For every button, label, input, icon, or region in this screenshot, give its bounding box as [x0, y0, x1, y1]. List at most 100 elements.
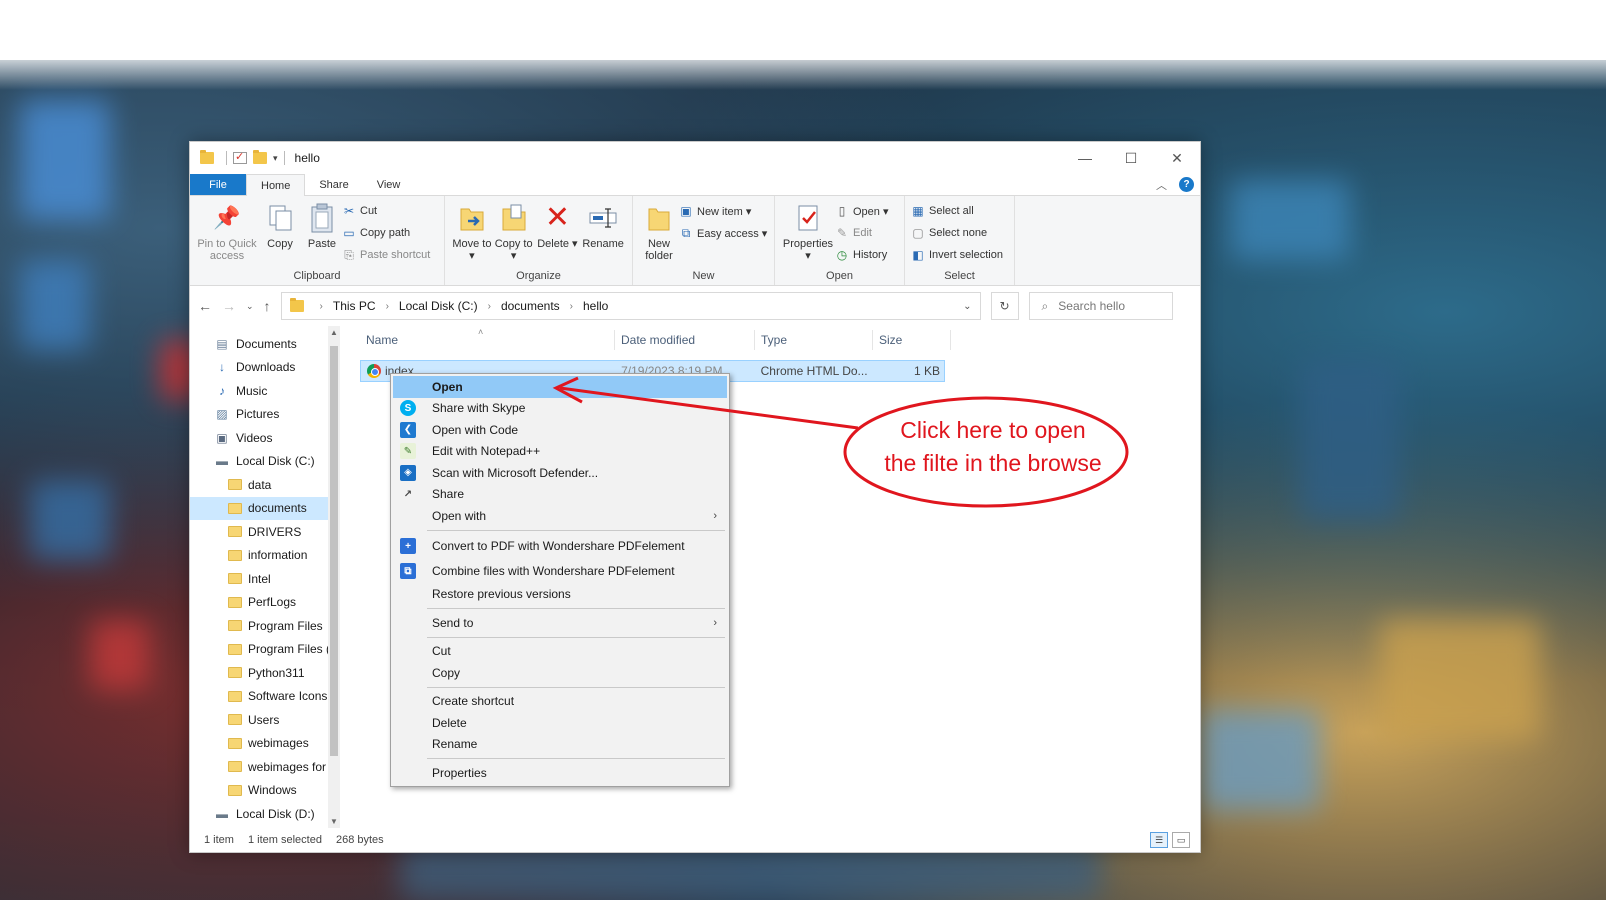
select-none-button[interactable]: ▢ Select none: [911, 224, 1003, 242]
menu-separator: [427, 529, 725, 531]
edit-button[interactable]: ✎ Edit: [835, 224, 889, 242]
search-icon: ⌕: [1041, 298, 1049, 313]
menu-item-restore-previous-versions[interactable]: Restore previous versions: [393, 584, 727, 606]
copy-path-icon: ▭: [343, 226, 355, 240]
ribbon-tabs: File Home Share View ︿ ?: [190, 174, 1200, 196]
breadcrumb-this-pc[interactable]: This PC: [333, 299, 376, 313]
breadcrumb-local-disk-c[interactable]: Local Disk (C:): [399, 299, 478, 313]
column-headers: Name ˄ Date modified Type Size: [360, 326, 1200, 354]
menu-item-edit-with-notepad[interactable]: ✎ Edit with Notepad++: [393, 441, 727, 463]
recent-locations-icon[interactable]: ⌄: [246, 301, 254, 312]
menu-item-cut[interactable]: Cut: [393, 641, 727, 663]
invert-selection-button[interactable]: ◧ Invert selection: [911, 246, 1003, 264]
menu-item-properties[interactable]: Properties: [393, 762, 727, 784]
sidebar-item-perflogs[interactable]: PerfLogs: [190, 591, 340, 615]
scroll-down-icon[interactable]: ▼: [328, 817, 340, 826]
sidebar-item-program-files[interactable]: Program Files: [190, 614, 340, 638]
new-item-button[interactable]: ▣ New item ▾: [679, 202, 767, 220]
sidebar-item-label: Program Files (: [248, 642, 331, 657]
search-input[interactable]: ⌕ Search hello: [1028, 292, 1173, 320]
menu-item-rename[interactable]: Rename: [393, 734, 727, 756]
menu-item-delete[interactable]: Delete: [393, 712, 727, 734]
easy-access-button[interactable]: ⧉ Easy access ▾: [679, 224, 768, 242]
breadcrumb-documents[interactable]: documents: [501, 299, 560, 313]
folder-icon: [228, 761, 242, 773]
collapse-ribbon-icon[interactable]: ︿: [1156, 177, 1167, 193]
minimize-button[interactable]: —: [1062, 150, 1108, 167]
sidebar-item-label: Intel: [248, 571, 271, 586]
close-button[interactable]: ✕: [1154, 150, 1200, 167]
maximize-button[interactable]: ☐: [1108, 150, 1154, 167]
menu-item-open-with[interactable]: Open with ›: [393, 505, 727, 527]
sidebar-item-users[interactable]: Users: [190, 708, 340, 732]
nav-scrollbar[interactable]: ▲ ▼: [328, 326, 340, 828]
chevron-right-icon[interactable]: ›: [488, 301, 491, 312]
sidebar-item-label: Music: [236, 383, 268, 398]
tab-home[interactable]: Home: [246, 174, 306, 196]
open-button[interactable]: ▯ Open ▾: [835, 202, 889, 220]
sidebar-item-local-disk-c[interactable]: ▬ Local Disk (C:): [190, 450, 340, 474]
large-icons-view-icon[interactable]: ▭: [1172, 832, 1190, 848]
copy-path-button[interactable]: ▭ Copy path: [342, 224, 430, 242]
back-icon[interactable]: ←: [198, 298, 212, 314]
scroll-thumb[interactable]: [330, 346, 338, 756]
sidebar-item-pictures[interactable]: ▨ Pictures: [190, 403, 340, 427]
menu-item-combine-files-with-wondershare-pdfelement[interactable]: ⧉ Combine files with Wondershare PDFeleme…: [393, 559, 727, 584]
sidebar-item-data[interactable]: data: [190, 473, 340, 497]
column-date-modified[interactable]: Date modified: [615, 330, 755, 350]
column-type[interactable]: Type: [755, 330, 873, 350]
sidebar-item-videos[interactable]: ▣ Videos: [190, 426, 340, 450]
menu-item-share-with-skype[interactable]: S Share with Skype: [393, 398, 727, 420]
menu-item-convert-to-pdf-with-wondershare-pdfelement[interactable]: + Convert to PDF with Wondershare PDFelem…: [393, 534, 727, 559]
sidebar-item-local-disk-d[interactable]: ▬ Local Disk (D:): [190, 802, 340, 826]
scroll-up-icon[interactable]: ▲: [328, 328, 340, 337]
menu-item-share[interactable]: ↗ Share: [393, 484, 727, 506]
sidebar-item-drivers[interactable]: DRIVERS: [190, 520, 340, 544]
sidebar-item-downloads[interactable]: ↓ Downloads: [190, 356, 340, 380]
column-name[interactable]: Name ˄: [360, 327, 615, 350]
pin-icon: 📌: [213, 205, 241, 230]
quick-access-dropdown-icon[interactable]: ▾: [273, 153, 278, 164]
details-view-icon[interactable]: ☰: [1150, 832, 1168, 848]
help-icon[interactable]: ?: [1179, 177, 1194, 192]
paste-shortcut-button[interactable]: ⎘ Paste shortcut: [342, 246, 430, 264]
cut-button[interactable]: ✂ Cut: [342, 202, 430, 220]
chevron-right-icon[interactable]: ›: [320, 301, 323, 312]
sidebar-item-webimages[interactable]: webimages: [190, 732, 340, 756]
chevron-right-icon[interactable]: ›: [386, 301, 389, 312]
sidebar-item-documents[interactable]: ▤ Documents: [190, 332, 340, 356]
menu-item-copy[interactable]: Copy: [393, 662, 727, 684]
menu-item-open[interactable]: Open: [393, 376, 727, 398]
forward-icon[interactable]: →: [222, 298, 236, 314]
folder-icon: [228, 549, 242, 561]
sidebar-item-information[interactable]: information: [190, 544, 340, 568]
properties-quick-icon[interactable]: [233, 150, 247, 164]
address-bar[interactable]: › This PC › Local Disk (C:) › documents …: [280, 292, 981, 320]
sidebar-item-intel[interactable]: Intel: [190, 567, 340, 591]
tab-share[interactable]: Share: [305, 174, 362, 195]
tab-file[interactable]: File: [190, 174, 246, 195]
sidebar-item-documents[interactable]: documents: [190, 496, 340, 520]
menu-item-open-with-code[interactable]: ❮ Open with Code: [393, 419, 727, 441]
tab-view[interactable]: View: [363, 174, 415, 195]
menu-item-create-shortcut[interactable]: Create shortcut: [393, 691, 727, 713]
select-all-button[interactable]: ▦ Select all: [911, 202, 1003, 220]
sidebar-item-software-icons[interactable]: Software Icons: [190, 685, 340, 709]
breadcrumb-hello[interactable]: hello: [583, 299, 608, 313]
column-size[interactable]: Size: [873, 330, 951, 350]
menu-item-send-to[interactable]: Send to ›: [393, 612, 727, 634]
chevron-down-icon[interactable]: ⌄: [963, 301, 979, 312]
sidebar-item-python311[interactable]: Python311: [190, 661, 340, 685]
menu-item-label: Share with Skype: [432, 401, 526, 416]
sidebar-item-windows[interactable]: Windows: [190, 779, 340, 803]
refresh-button[interactable]: ↻: [990, 292, 1019, 320]
new-folder-icon: [644, 202, 674, 234]
chevron-right-icon[interactable]: ›: [570, 301, 573, 312]
sidebar-item-webimages-for[interactable]: webimages for: [190, 755, 340, 779]
menu-item-scan-with-microsoft-defender[interactable]: ◈ Scan with Microsoft Defender...: [393, 462, 727, 484]
new-folder-quick-icon[interactable]: [253, 150, 267, 164]
history-button[interactable]: ◷ History: [835, 246, 889, 264]
sidebar-item-music[interactable]: ♪ Music: [190, 379, 340, 403]
sidebar-item-program-files[interactable]: Program Files (: [190, 638, 340, 662]
up-icon[interactable]: ↑: [264, 298, 271, 314]
